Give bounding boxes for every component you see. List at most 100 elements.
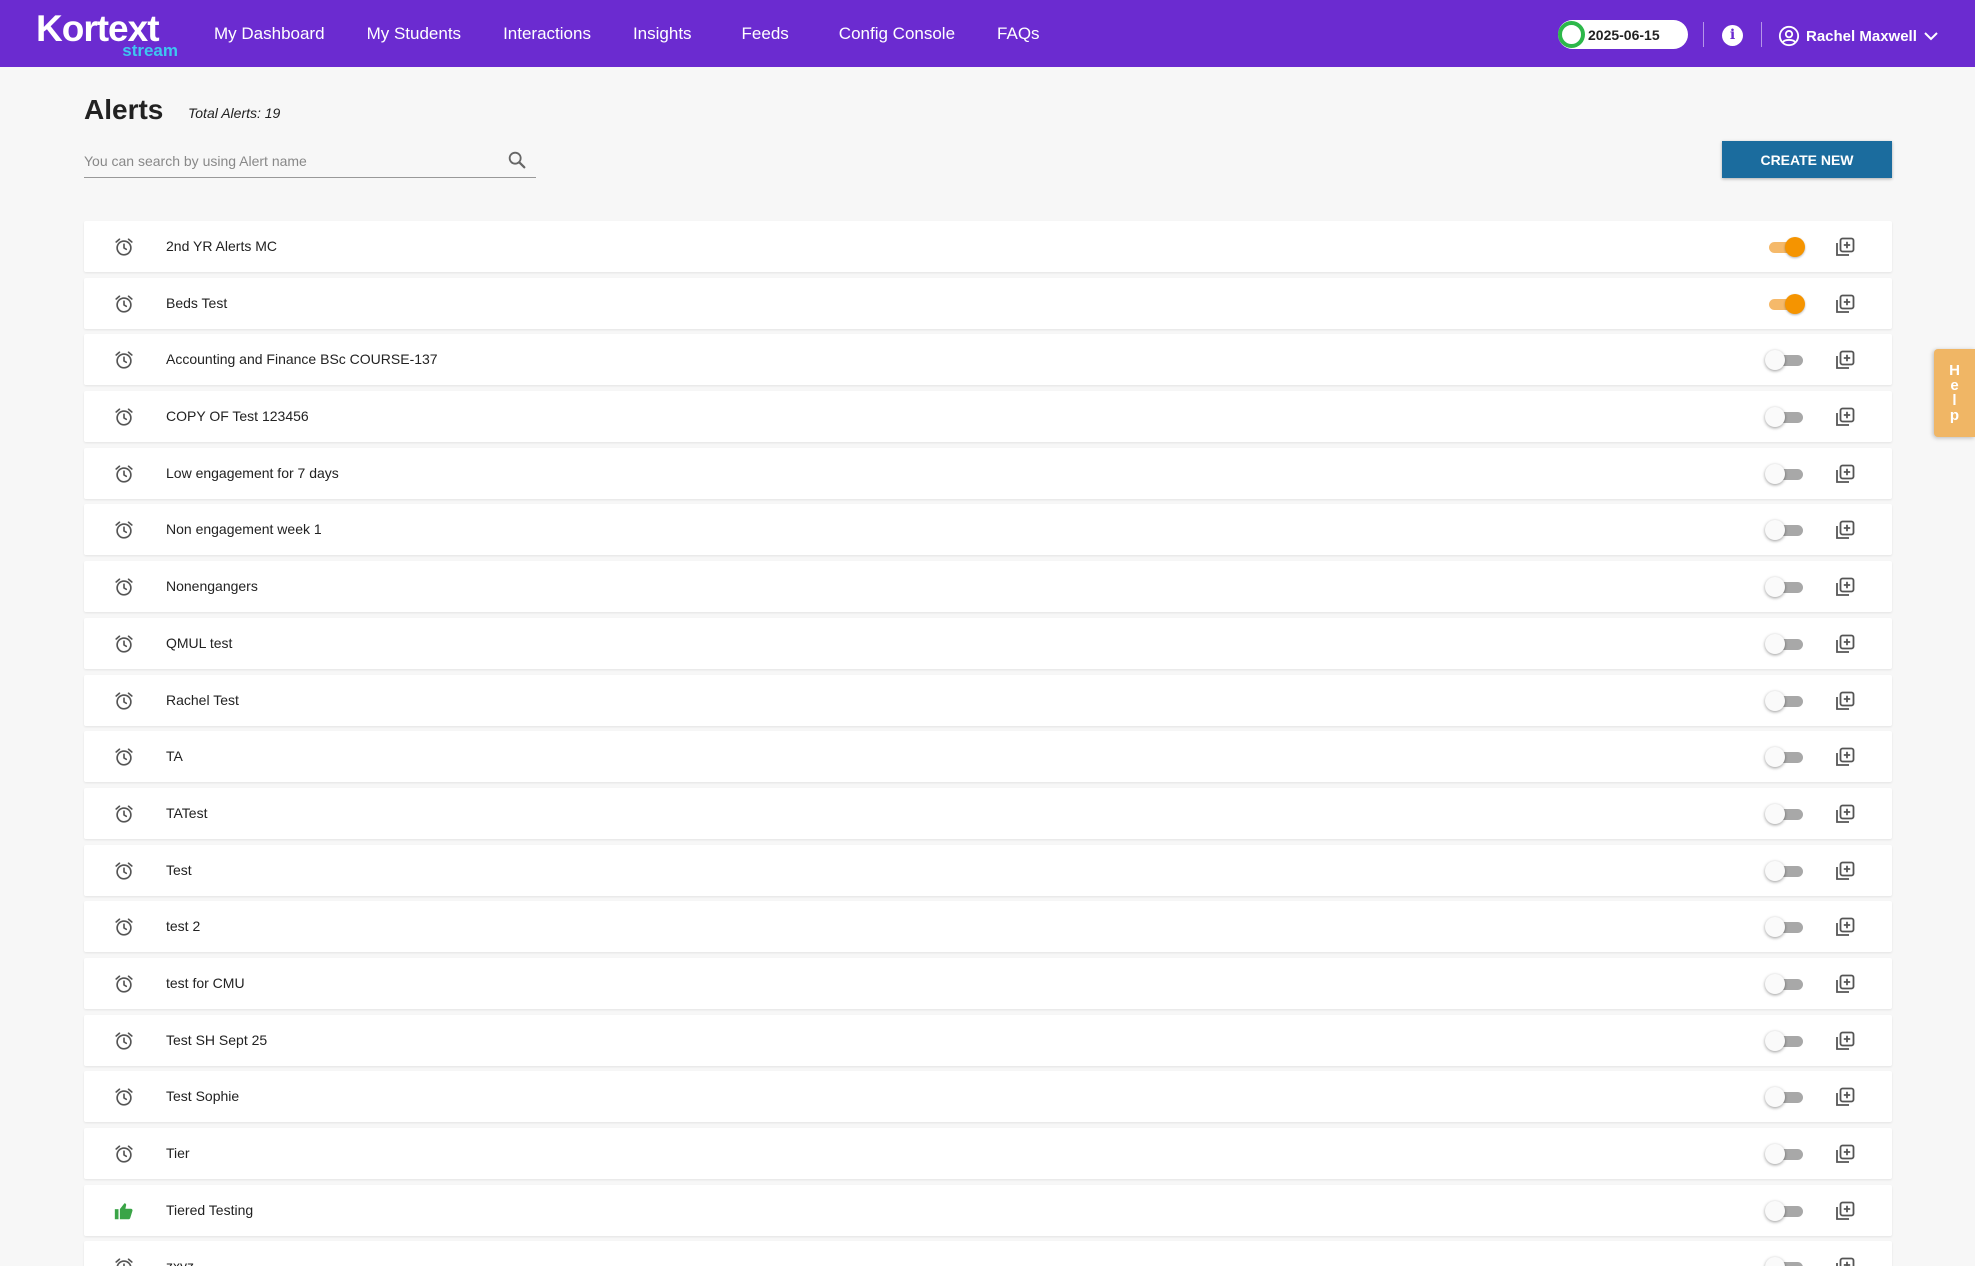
create-new-button[interactable]: CREATE NEW [1722, 141, 1892, 178]
alert-name[interactable]: QMUL test [166, 635, 232, 651]
main-nav: My Dashboard My Students Interactions In… [214, 0, 1082, 67]
alert-name[interactable]: Low engagement for 7 days [166, 465, 339, 481]
alert-name[interactable]: zxyz [166, 1258, 194, 1266]
nav-interactions[interactable]: Interactions [503, 24, 591, 44]
alert-enable-toggle[interactable] [1765, 803, 1805, 825]
alert-enable-toggle[interactable] [1765, 1143, 1805, 1165]
alert-enable-toggle[interactable] [1765, 1030, 1805, 1052]
search-input[interactable] [84, 150, 494, 172]
alert-name[interactable]: Rachel Test [166, 692, 239, 708]
alert-row[interactable]: TATest [84, 787, 1892, 839]
search-icon[interactable] [506, 149, 528, 171]
toggle-knob [1765, 1200, 1785, 1221]
alert-name[interactable]: Tier [166, 1145, 190, 1161]
help-tab[interactable]: H e l p [1934, 349, 1975, 437]
nav-my-dashboard[interactable]: My Dashboard [214, 24, 325, 44]
divider [1761, 22, 1762, 47]
nav-config-console[interactable]: Config Console [839, 24, 955, 44]
duplicate-icon[interactable] [1833, 915, 1857, 939]
alert-row[interactable]: Tier [84, 1128, 1892, 1179]
nav-feeds[interactable]: Feeds [742, 24, 789, 44]
alert-name[interactable]: Test Sophie [166, 1088, 239, 1104]
duplicate-icon[interactable] [1833, 972, 1857, 996]
duplicate-icon[interactable] [1833, 1085, 1857, 1109]
user-menu[interactable]: Rachel Maxwell [1778, 24, 1945, 48]
alert-name[interactable]: 2nd YR Alerts MC [166, 238, 277, 254]
duplicate-icon[interactable] [1833, 292, 1857, 316]
alert-name[interactable]: Accounting and Finance BSc COURSE-137 [166, 351, 438, 367]
alert-enable-toggle[interactable] [1765, 860, 1805, 882]
duplicate-icon[interactable] [1833, 405, 1857, 429]
alert-enable-toggle[interactable] [1765, 916, 1805, 938]
alert-enable-toggle[interactable] [1765, 690, 1805, 712]
toggle-knob [1765, 633, 1785, 654]
duplicate-icon[interactable] [1833, 1199, 1857, 1223]
alert-name[interactable]: Beds Test [166, 295, 227, 311]
alert-name[interactable]: test for CMU [166, 975, 245, 991]
alert-row[interactable]: TA [84, 731, 1892, 783]
alert-enable-toggle[interactable] [1765, 519, 1805, 541]
alert-enable-toggle[interactable] [1765, 576, 1805, 598]
alert-name[interactable]: COPY OF Test 123456 [166, 408, 309, 424]
alert-name[interactable]: Nonengangers [166, 578, 258, 594]
toggle-knob [1785, 237, 1805, 257]
alert-name[interactable]: Non engagement week 1 [166, 521, 322, 537]
duplicate-icon[interactable] [1833, 518, 1857, 542]
alert-enable-toggle[interactable] [1765, 463, 1805, 485]
alert-enable-toggle[interactable] [1765, 293, 1805, 315]
alert-name[interactable]: Tiered Testing [166, 1202, 253, 1218]
alert-row[interactable]: Rachel Test [84, 674, 1892, 726]
duplicate-icon[interactable] [1833, 462, 1857, 486]
alert-name[interactable]: test 2 [166, 918, 200, 934]
alert-row[interactable]: Non engagement week 1 [84, 504, 1892, 556]
alert-name[interactable]: TATest [166, 805, 208, 821]
duplicate-icon[interactable] [1833, 689, 1857, 713]
alert-row[interactable]: Test [84, 844, 1892, 896]
nav-my-students[interactable]: My Students [367, 24, 462, 44]
alert-enable-toggle[interactable] [1765, 973, 1805, 995]
alert-row[interactable]: test 2 [84, 901, 1892, 953]
alert-row[interactable]: Test SH Sept 25 [84, 1014, 1892, 1066]
kortext-logo[interactable]: Kortext stream [36, 9, 178, 61]
alert-enable-toggle[interactable] [1765, 1256, 1805, 1266]
alert-name[interactable]: Test [166, 862, 192, 878]
alert-row[interactable]: Accounting and Finance BSc COURSE-137 [84, 334, 1892, 386]
info-icon[interactable]: i [1722, 25, 1743, 46]
alert-enable-toggle[interactable] [1765, 1086, 1805, 1108]
toggle-knob [1765, 1030, 1785, 1051]
alert-name[interactable]: Test SH Sept 25 [166, 1032, 267, 1048]
alert-row[interactable]: COPY OF Test 123456 [84, 391, 1892, 443]
alarm-clock-icon [113, 576, 135, 598]
nav-faqs[interactable]: FAQs [997, 24, 1040, 44]
alert-enable-toggle[interactable] [1765, 406, 1805, 428]
alert-enable-toggle[interactable] [1765, 746, 1805, 768]
duplicate-icon[interactable] [1833, 632, 1857, 656]
duplicate-icon[interactable] [1833, 859, 1857, 883]
alert-row[interactable]: QMUL test [84, 617, 1892, 669]
duplicate-icon[interactable] [1833, 348, 1857, 372]
alert-row[interactable]: Beds Test [84, 277, 1892, 329]
duplicate-icon[interactable] [1833, 575, 1857, 599]
alert-enable-toggle[interactable] [1765, 236, 1805, 258]
duplicate-icon[interactable] [1833, 745, 1857, 769]
alert-row[interactable]: zxyz [84, 1241, 1892, 1266]
duplicate-icon[interactable] [1833, 235, 1857, 259]
date-selector[interactable]: 2025-06-15 [1558, 20, 1688, 49]
alert-row[interactable]: 2nd YR Alerts MC [84, 221, 1892, 272]
duplicate-icon[interactable] [1833, 802, 1857, 826]
duplicate-icon[interactable] [1833, 1142, 1857, 1166]
alert-name[interactable]: TA [166, 748, 183, 764]
alert-enable-toggle[interactable] [1765, 349, 1805, 371]
alert-row[interactable]: Test Sophie [84, 1071, 1892, 1123]
duplicate-icon[interactable] [1833, 1255, 1857, 1266]
alarm-clock-icon [113, 1086, 135, 1108]
duplicate-icon[interactable] [1833, 1029, 1857, 1053]
nav-insights[interactable]: Insights [633, 24, 692, 44]
alert-enable-toggle[interactable] [1765, 633, 1805, 655]
alert-row[interactable]: Tiered Testing [84, 1184, 1892, 1236]
alert-row[interactable]: Low engagement for 7 days [84, 447, 1892, 499]
alert-enable-toggle[interactable] [1765, 1200, 1805, 1222]
alert-row[interactable]: Nonengangers [84, 561, 1892, 613]
alert-row[interactable]: test for CMU [84, 957, 1892, 1009]
toggle-knob [1765, 973, 1785, 994]
